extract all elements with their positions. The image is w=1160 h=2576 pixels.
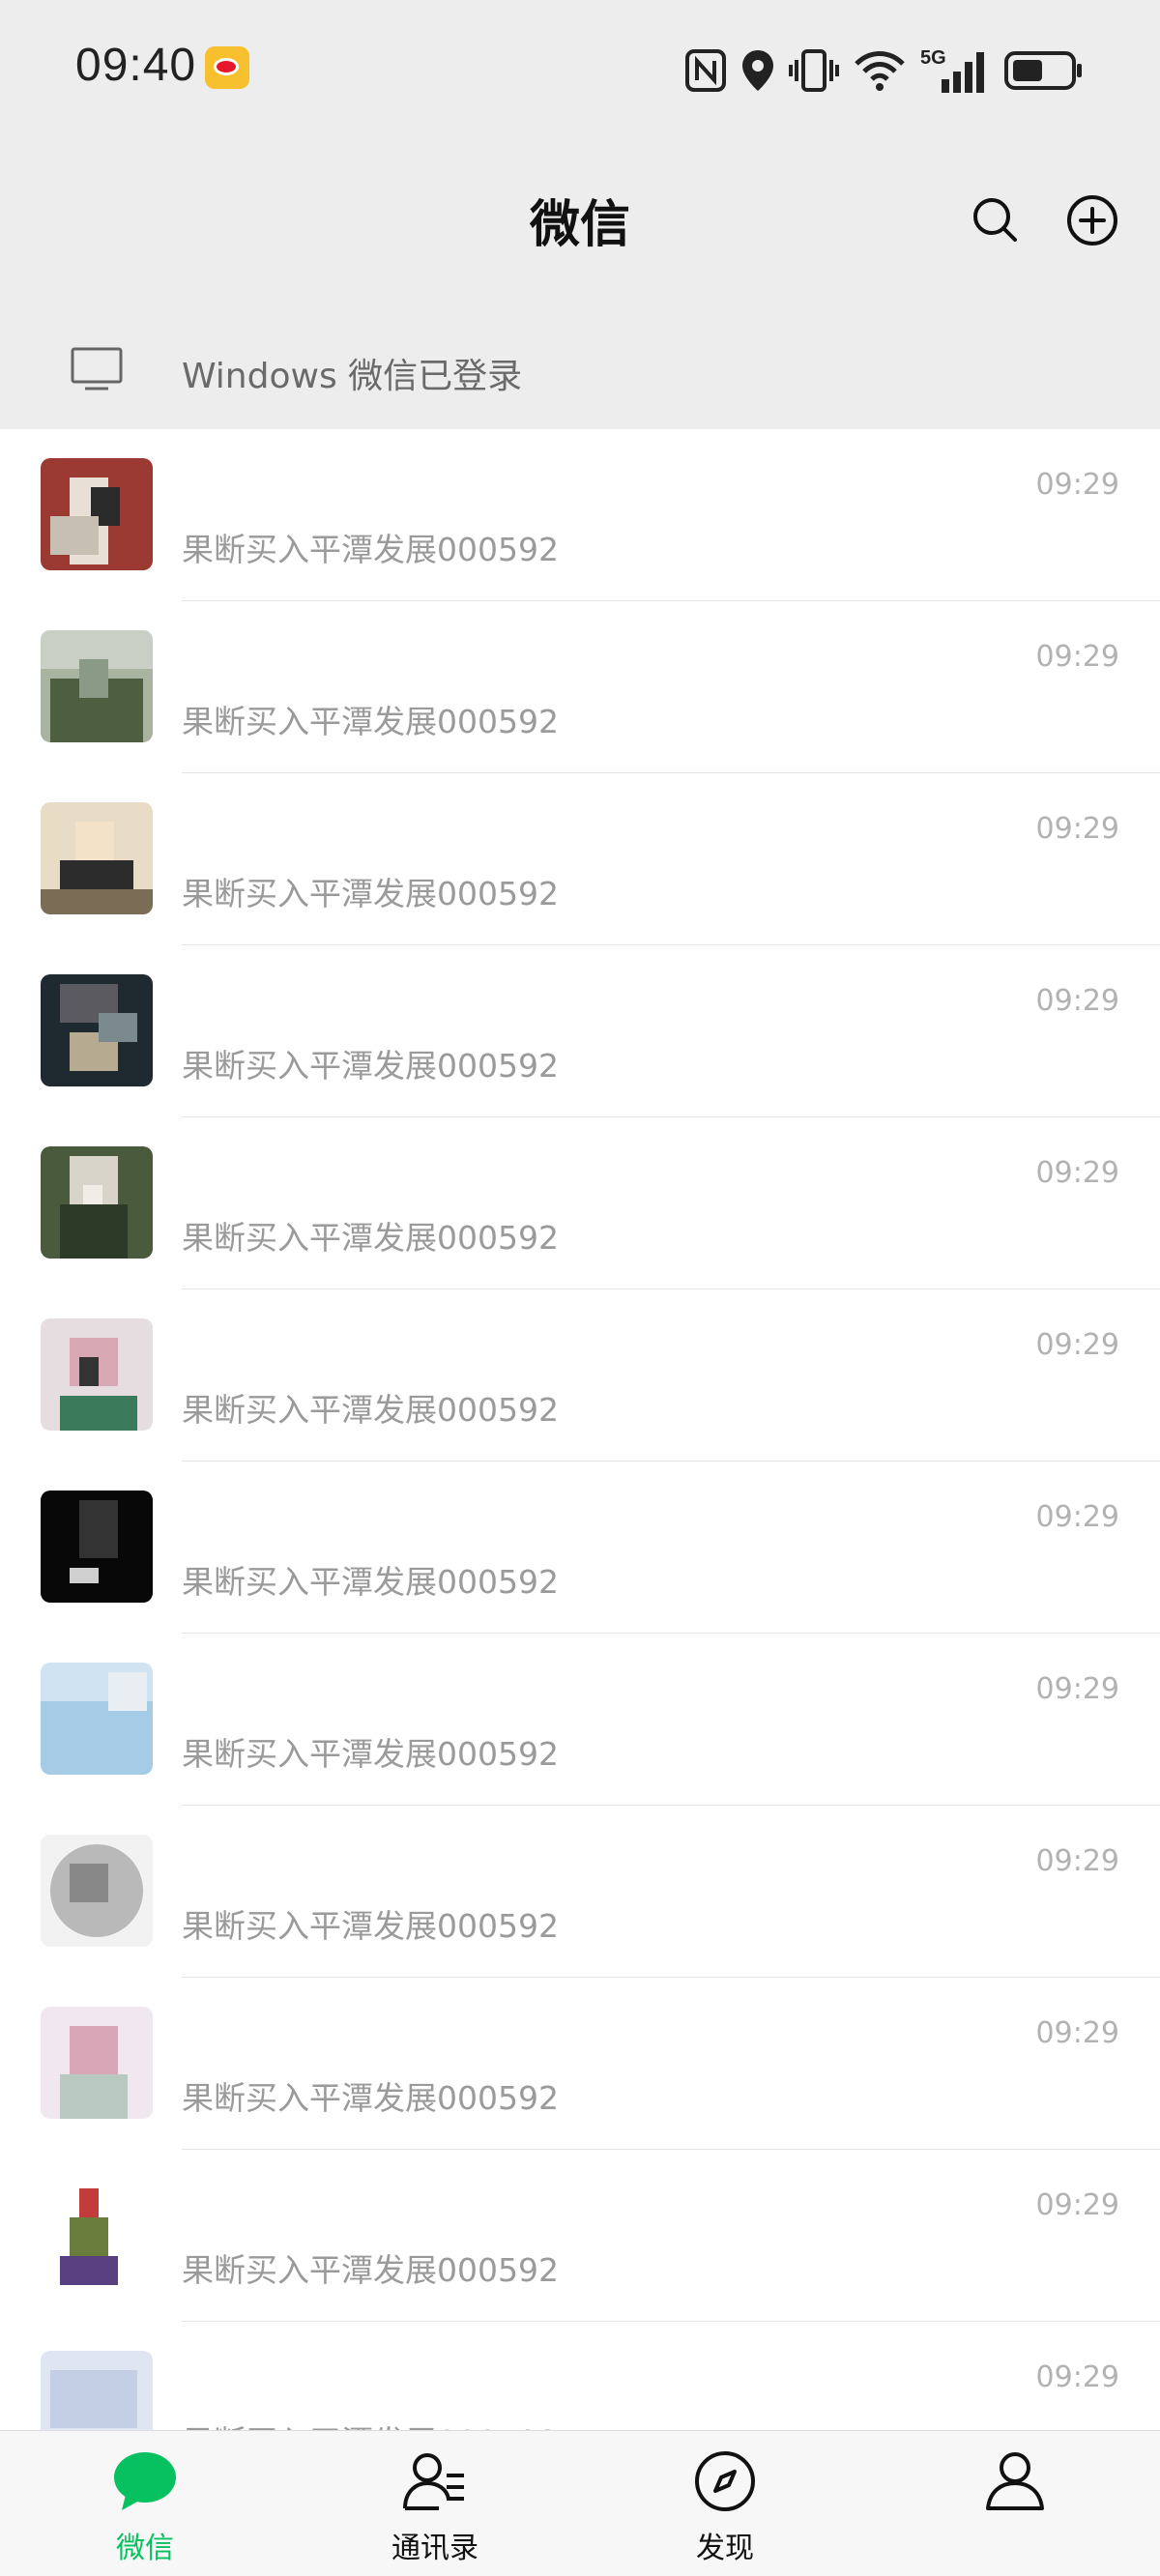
weibo-app-icon (205, 46, 249, 89)
nfc-icon (685, 49, 726, 92)
avatar (41, 1835, 153, 1947)
avatar (41, 1318, 153, 1431)
chat-row[interactable]: 果断买入平潭发展000592 09:29 (0, 429, 1160, 601)
status-icons: 5G (684, 43, 1085, 99)
header: 微信 (0, 143, 1160, 307)
message-time: 09:29 (1035, 1156, 1119, 1190)
contact-name-redacted (182, 1838, 588, 1891)
wifi-icon (855, 51, 905, 91)
contact-name-redacted (182, 2011, 588, 2063)
message-preview: 果断买入平潭发展000592 (182, 1563, 559, 1601)
message-preview: 果断买入平潭发展000592 (182, 1219, 559, 1257)
avatar (41, 630, 153, 742)
avatar (41, 1663, 153, 1775)
message-preview: 果断买入平潭发展000592 (182, 1735, 559, 1773)
avatar (41, 458, 153, 570)
message-time: 09:29 (1035, 2016, 1119, 2050)
login-status-text: Windows 微信已登录 (182, 357, 523, 396)
message-time: 09:29 (1035, 2188, 1119, 2222)
avatar (41, 974, 153, 1086)
chat-row[interactable]: 果断买入平潭发展000592 09:29 (0, 1289, 1160, 1462)
avatar (41, 2007, 153, 2119)
add-button[interactable] (1063, 191, 1121, 249)
5g-signal-icon: 5G (920, 47, 984, 93)
tab-contacts[interactable]: 通讯录 (290, 2431, 580, 2576)
message-preview: 果断买入平潭发展000592 (182, 875, 559, 912)
chat-row[interactable]: 果断买入平潭发展000592 09:29 (0, 601, 1160, 773)
chat-row[interactable]: 果断买入平潭发展000592 09:29 (0, 2150, 1160, 2322)
compass-icon (695, 2451, 755, 2511)
message-time: 09:29 (1035, 2360, 1119, 2394)
message-time: 09:29 (1035, 640, 1119, 674)
message-time: 09:29 (1035, 1328, 1119, 1362)
chat-bubble-icon (114, 2452, 176, 2510)
status-bar: 09:40 5G (0, 0, 1160, 143)
message-preview: 果断买入平潭发展000592 (182, 2079, 559, 2117)
plus-circle-icon (1067, 195, 1117, 246)
network-label: 5G (920, 47, 946, 69)
avatar (41, 1146, 153, 1259)
contact-name-redacted (182, 1150, 588, 1202)
message-time: 09:29 (1035, 1672, 1119, 1706)
message-preview: 果断买入平潭发展000592 (182, 2251, 559, 2289)
message-preview: 果断买入平潭发展000592 (182, 531, 559, 568)
chat-row[interactable]: 果断买入平潭发展000592 09:29 (0, 1806, 1160, 1978)
battery-icon (1004, 51, 1082, 90)
chat-row[interactable]: 果断买入平潭发展000592 09:29 (0, 1978, 1160, 2150)
contact-name-redacted (182, 462, 588, 514)
chat-row[interactable]: 果断买入平潭发展000592 09:29 (0, 1634, 1160, 1806)
search-icon (973, 198, 1017, 242)
search-button[interactable] (967, 191, 1025, 249)
chat-row[interactable]: 果断买入平潭发展000592 09:29 (0, 773, 1160, 945)
message-preview: 果断买入平潭发展000592 (182, 703, 559, 740)
status-time: 09:40 (75, 40, 197, 91)
location-icon (742, 50, 773, 91)
chat-row[interactable]: 果断买入平潭发展000592 09:29 (0, 1462, 1160, 1634)
vibrate-icon (789, 49, 839, 92)
tab-label: 通讯录 (392, 2532, 478, 2565)
message-preview: 果断买入平潭发展000592 (182, 1907, 559, 1945)
tab-label: 发现 (696, 2532, 754, 2565)
avatar (41, 2179, 153, 2291)
windows-login-banner[interactable]: Windows 微信已登录 (0, 307, 1160, 430)
contact-name-redacted (182, 634, 588, 686)
contact-name-redacted (182, 1494, 588, 1547)
message-time: 09:29 (1035, 1500, 1119, 1534)
message-preview: 果断买入平潭发展000592 (182, 1047, 559, 1085)
message-time: 09:29 (1035, 1844, 1119, 1878)
contacts-icon (403, 2453, 464, 2510)
contact-name-redacted (182, 978, 588, 1030)
tab-label: 微信 (116, 2532, 174, 2565)
tab-chats[interactable]: 微信 (0, 2431, 290, 2576)
message-time: 09:29 (1035, 812, 1119, 846)
contact-name-redacted (182, 2355, 588, 2407)
contact-name-redacted (182, 2183, 588, 2235)
profile-icon (986, 2452, 1044, 2510)
tab-me[interactable] (870, 2431, 1160, 2576)
message-time: 09:29 (1035, 468, 1119, 502)
contact-name-redacted (182, 1322, 588, 1375)
avatar (41, 802, 153, 914)
chat-row[interactable]: 果断买入平潭发展000592 09:29 (0, 1117, 1160, 1289)
monitor-icon (71, 347, 123, 391)
chat-row[interactable]: 果断买入平潭发展000592 09:29 (0, 945, 1160, 1117)
contact-name-redacted (182, 806, 588, 858)
bottom-nav: 微信 通讯录 发现 (0, 2430, 1160, 2576)
message-time: 09:29 (1035, 984, 1119, 1018)
avatar (41, 1491, 153, 1603)
contact-name-redacted (182, 1666, 588, 1719)
tab-discover[interactable]: 发现 (580, 2431, 870, 2576)
message-preview: 果断买入平潭发展000592 (182, 1391, 559, 1429)
